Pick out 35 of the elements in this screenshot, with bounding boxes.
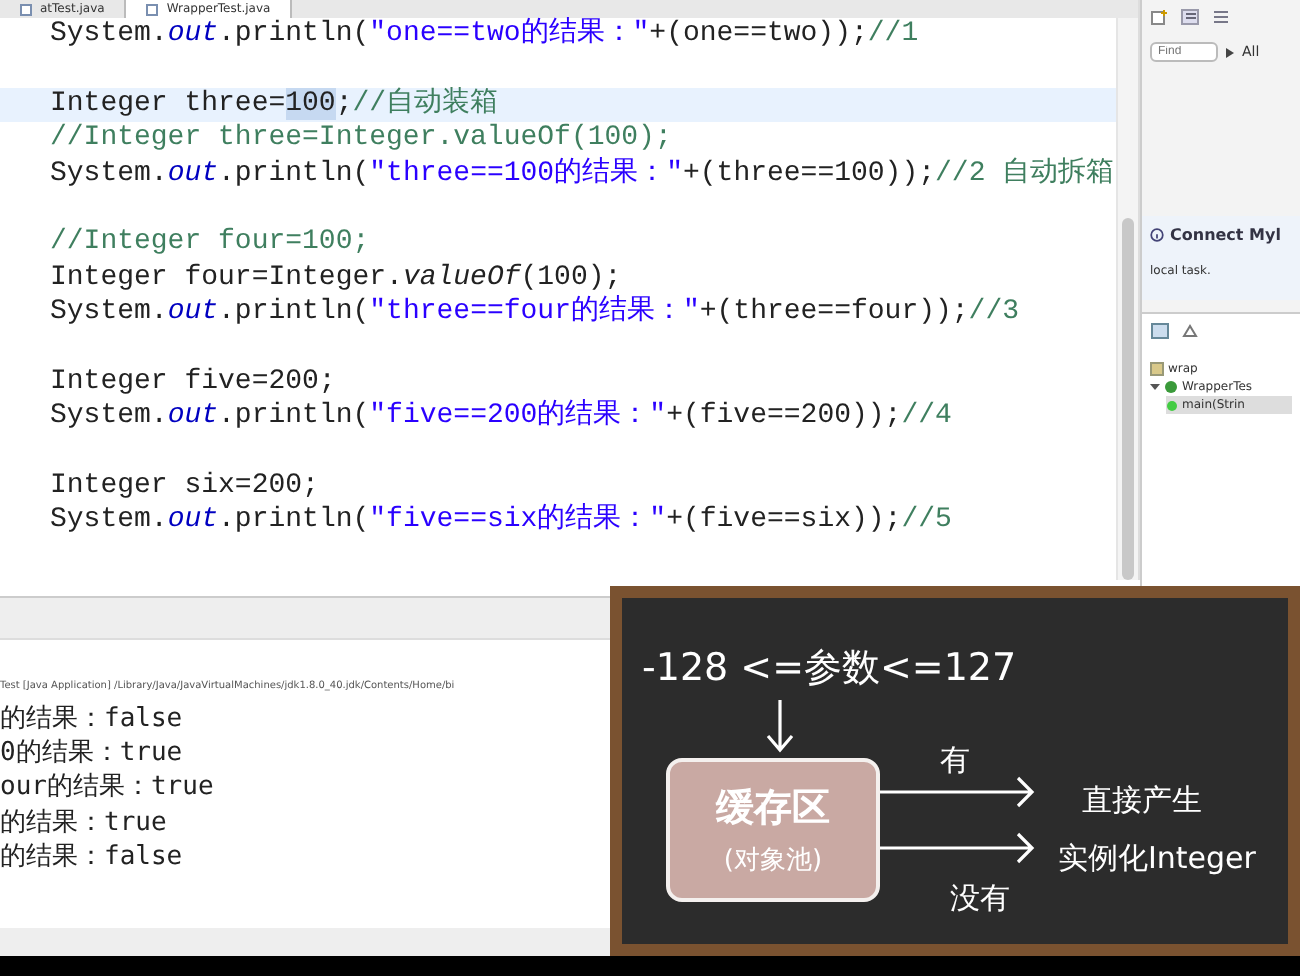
cache-title: 缓存区 xyxy=(716,784,830,834)
console-output-line: 0的结果：true xyxy=(0,736,185,771)
method-icon xyxy=(1166,399,1178,411)
list-icon[interactable] xyxy=(1210,8,1230,26)
code-line: Integer four=Integer.valueOf(100); xyxy=(48,261,624,295)
console-output-line: 的结果：false xyxy=(0,839,185,875)
condition-text: -128 <=参数<=127 xyxy=(642,644,1017,694)
code-line: //Integer four=100; xyxy=(48,226,372,262)
console-output-line: 的结果：true xyxy=(0,805,169,840)
cache-subtitle: (对象池) xyxy=(723,844,823,878)
class-icon xyxy=(1164,380,1178,394)
info-icon xyxy=(1150,228,1164,242)
no-result: 实例化Integer xyxy=(1058,840,1256,878)
sort-icon[interactable] xyxy=(1180,322,1200,340)
console-output-line: our的结果：true xyxy=(0,770,216,806)
console-output-line: 的结果：false xyxy=(0,702,185,737)
connect-title: Connect Myl xyxy=(1170,226,1281,244)
yes-result: 直接产生 xyxy=(1082,782,1202,820)
code-line: System.out.println("five==200的结果："+(five==200));//4 xyxy=(48,400,954,436)
code-line: System.out.println("three==100的结果："+(three==100));//2 自动拆箱 xyxy=(48,157,1116,192)
code-line: System.out.println("five==six的结果："+(five==six));//5 xyxy=(48,504,954,540)
list-icon[interactable] xyxy=(1180,8,1200,26)
outline-icon[interactable] xyxy=(1150,322,1170,340)
code-line: //Integer three=Integer.valueOf(100); xyxy=(48,122,674,157)
code-line: System.out.println("three==four的结果："+(three==four));//3 xyxy=(48,296,1022,332)
expanded-arrow-icon[interactable] xyxy=(1150,382,1160,392)
code-line: Integer six=200; xyxy=(48,470,321,505)
package-icon xyxy=(1150,362,1164,376)
yes-label: 有 xyxy=(940,742,970,780)
new-task-icon[interactable] xyxy=(1150,8,1170,26)
down-arrow xyxy=(766,698,794,754)
no-label: 没有 xyxy=(950,880,1010,918)
code-line: Integer five=200; xyxy=(48,365,338,401)
triangle-icon xyxy=(1226,47,1234,57)
code-line: System.out.println("one==two的结果："+(one==two));//1 xyxy=(48,18,921,53)
